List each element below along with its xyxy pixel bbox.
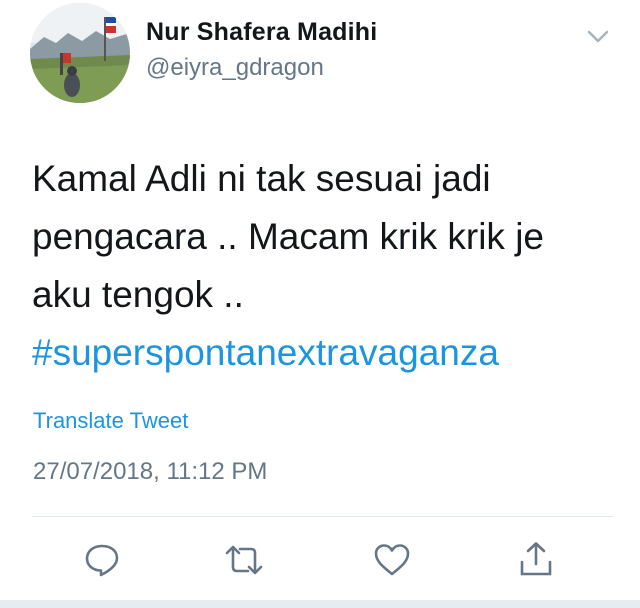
share-button[interactable]: [514, 538, 558, 582]
hashtag-link[interactable]: #superspontanextravaganza: [32, 324, 622, 382]
divider: [32, 516, 614, 517]
tweet-text: Kamal Adli ni tak sesuai jadi pengacara …: [32, 150, 622, 382]
bottom-bar: [0, 600, 640, 608]
tweet-text-line: pengacara .. Macam krik krik je: [32, 216, 545, 257]
display-name[interactable]: Nur Shafera Madihi: [146, 18, 377, 47]
chevron-down-icon[interactable]: [586, 28, 610, 46]
share-icon: [520, 542, 552, 576]
tweet-timestamp[interactable]: 27/07/2018, 11:12 PM: [33, 458, 267, 486]
retweet-icon: [225, 545, 263, 575]
profile-photo-icon: [30, 3, 130, 103]
tweet-card: Nur Shafera Madihi @eiyra_gdragon Kamal …: [0, 0, 640, 608]
translate-tweet-link[interactable]: Translate Tweet: [33, 408, 188, 434]
retweet-button[interactable]: [222, 538, 266, 582]
tweet-text-line: Kamal Adli ni tak sesuai jadi: [32, 158, 491, 199]
user-handle[interactable]: @eiyra_gdragon: [146, 54, 324, 82]
avatar[interactable]: [30, 3, 130, 103]
action-bar: [0, 538, 640, 584]
like-button[interactable]: [370, 538, 414, 582]
tweet-text-line: aku tengok ..: [32, 274, 244, 315]
like-icon: [374, 544, 410, 576]
reply-icon: [85, 544, 119, 577]
reply-button[interactable]: [80, 538, 124, 582]
